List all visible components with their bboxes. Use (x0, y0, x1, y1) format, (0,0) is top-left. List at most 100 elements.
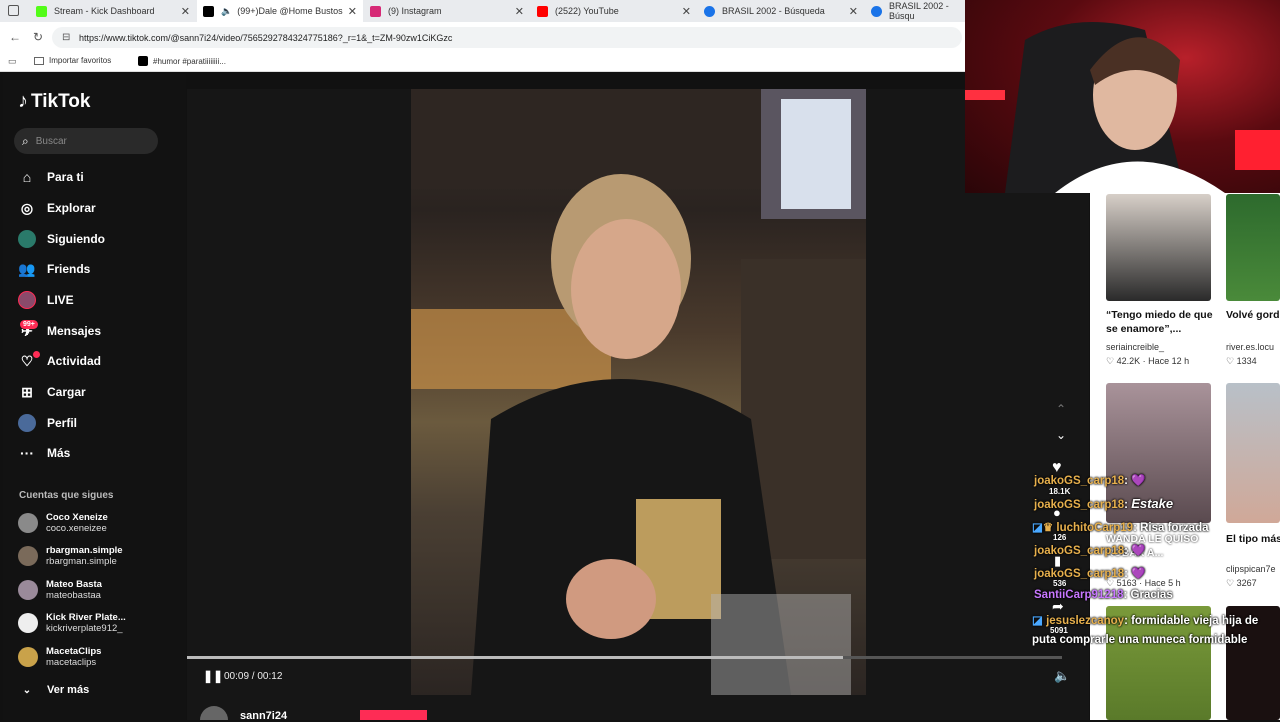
avatar (18, 513, 38, 533)
feed-title[interactable]: Volvé gord #riverplate (1226, 308, 1280, 322)
crown-badge-icon: ♛ (1042, 522, 1054, 534)
heart-emote-icon: 💜 (1131, 545, 1146, 557)
close-tab-icon[interactable]: ✕ (682, 5, 691, 18)
feed-author[interactable]: clipspican7e (1226, 564, 1276, 574)
bookmark-import[interactable]: Importar favoritos (34, 56, 111, 65)
feed-thumb-2[interactable] (1226, 194, 1280, 301)
feed-title[interactable]: El tipo más todo el kir (1226, 532, 1280, 546)
tab-tiktok[interactable]: 🔈 (99+)Dale @Home Bustos ✕ (197, 0, 363, 22)
live-icon (18, 291, 36, 309)
upload-icon: ⊞ (21, 383, 33, 400)
author-name[interactable]: sann7i24 (240, 710, 287, 722)
feed-meta: ♡ 1334 (1226, 356, 1257, 366)
feed-thumb-1[interactable] (1106, 194, 1211, 301)
chevron-up-icon[interactable]: ⌃ (1056, 402, 1066, 416)
refresh-icon[interactable]: ↻ (33, 30, 43, 44)
bookmark-humor[interactable]: #humor #paratiiiiiiii... (138, 56, 226, 66)
video-frame[interactable] (411, 89, 866, 695)
feed-thumb-4[interactable] (1226, 383, 1280, 523)
video-time: 00:09 / 00:12 (224, 671, 283, 682)
tab-kick-dashboard[interactable]: Stream - Kick Dashboard ✕ (30, 0, 196, 22)
follow-button[interactable] (360, 710, 427, 720)
feed-meta: ♡ 3267 (1226, 578, 1257, 588)
feed-meta: ♡ 42.2K · Hace 12 h (1106, 356, 1190, 366)
avatar (18, 613, 38, 633)
chat-message: SantiiCarp91218: Gracias (1034, 589, 1173, 601)
search-icon: ⌕ (22, 133, 29, 148)
home-icon: ⌂ (22, 169, 32, 185)
chat-message: ◪ jesuslezcanoy: formidable vieja hija d… (1032, 615, 1259, 646)
address-bar[interactable]: https://www.tiktok.com/@sann7i24/video/7… (52, 27, 962, 48)
tab-actions-icon[interactable] (8, 5, 19, 16)
webcam-scene (965, 22, 1280, 193)
chat-message: joakoGS_carp18: Estake (1034, 496, 1174, 511)
nav-cargar[interactable]: ⊞ Cargar (18, 380, 86, 404)
like-count: 18.1K (1049, 487, 1071, 496)
following-item[interactable]: MacetaClips macetaclips (18, 646, 101, 668)
tab-youtube[interactable]: (2522) YouTube ✕ (531, 0, 697, 22)
heart-outline-icon: ♡ (1226, 578, 1235, 588)
pause-icon[interactable]: ❚❚ (203, 669, 223, 683)
following-avatar-icon (18, 230, 36, 248)
heart-outline-icon: ♡ (1226, 356, 1235, 366)
chat-message: joakoGS_carp18: 💜 (1034, 545, 1146, 557)
search-favicon-icon (871, 5, 882, 17)
site-info-icon[interactable]: ⊟ (62, 32, 70, 43)
tiktok-logo[interactable]: ♪ TikTok (18, 90, 90, 113)
chevron-down-icon: ⌄ (22, 684, 32, 696)
badge-icon: ◪ (1032, 615, 1043, 627)
messages-badge: 99+ (20, 320, 38, 329)
feed-author[interactable]: river.es.locu (1226, 342, 1274, 352)
tab-instagram[interactable]: (9) Instagram ✕ (364, 0, 530, 22)
following-section-title: Cuentas que sigues (19, 490, 114, 501)
profile-icon (18, 414, 36, 432)
following-item[interactable]: Kick River Plate... kickriverplate912_ (18, 612, 126, 634)
tab-busqueda-2[interactable]: BRASIL 2002 - Búsqu (865, 0, 965, 22)
chat-message: joakoGS_carp18: 💜 (1034, 568, 1146, 580)
close-tab-icon[interactable]: ✕ (348, 5, 357, 18)
feed-title[interactable]: “Tengo miedo de que se enamore”,... (1106, 308, 1216, 336)
avatar (18, 580, 38, 600)
nav-perfil[interactable]: Perfil (18, 411, 77, 435)
following-item[interactable]: Mateo Basta mateobastaa (18, 579, 102, 601)
nav-actividad[interactable]: ♡ Actividad (18, 349, 101, 373)
activity-dot (33, 351, 40, 358)
nav-mas[interactable]: ··· Más (18, 441, 70, 465)
nav-siguiendo[interactable]: Siguiendo (18, 227, 105, 251)
nav-explorar[interactable]: ◎ Explorar (18, 196, 96, 220)
instagram-favicon-icon (370, 5, 381, 17)
reading-list-icon[interactable]: ▭ (8, 56, 17, 67)
feed-author[interactable]: seriaincreible_ (1106, 342, 1164, 352)
volume-icon[interactable]: 🔈 (1054, 668, 1070, 684)
chat-message: joakoGS_carp18: 💜 (1034, 475, 1146, 487)
tab-busqueda-1[interactable]: BRASIL 2002 - Búsqueda ✕ (698, 0, 864, 22)
chevron-down-icon[interactable]: ⌄ (1056, 428, 1066, 442)
friends-icon: 👥 (18, 260, 36, 277)
nav-friends[interactable]: 👥 Friends (18, 257, 90, 281)
close-tab-icon[interactable]: ✕ (515, 5, 524, 18)
tiktok-favicon-icon (203, 5, 214, 17)
search-favicon-icon (704, 5, 715, 17)
chat-message: ◪♛ luchitoCarp19: Risa forzada (1032, 522, 1209, 534)
close-tab-icon[interactable]: ✕ (181, 5, 190, 18)
speaker-icon[interactable]: 🔈 (221, 6, 232, 17)
nav-para-ti[interactable]: ⌂ Para ti (18, 165, 84, 189)
nav-live[interactable]: LIVE (18, 288, 74, 312)
following-item[interactable]: Coco Xeneize coco.xeneizee (18, 512, 108, 534)
tiktok-favicon-icon (138, 56, 148, 66)
see-more-button[interactable]: ⌄ Ver más (18, 678, 89, 702)
youtube-favicon-icon (537, 5, 548, 17)
following-item[interactable]: rbargman.simple rbargman.simple (18, 545, 123, 567)
close-tab-icon[interactable]: ✕ (849, 5, 858, 18)
video-scene (411, 89, 866, 695)
video-progress-fill (187, 656, 844, 659)
search-input[interactable]: ⌕ Buscar (14, 128, 158, 154)
more-icon: ··· (20, 445, 34, 461)
heart-outline-icon: ♡ (1106, 356, 1115, 366)
compass-icon: ◎ (20, 199, 34, 216)
back-icon[interactable]: ← (9, 30, 21, 44)
badge-icon: ◪ (1032, 522, 1043, 534)
avatar (18, 647, 38, 667)
bookmark-count: 536 (1053, 579, 1067, 588)
tiktok-note-icon: ♪ (18, 90, 28, 112)
